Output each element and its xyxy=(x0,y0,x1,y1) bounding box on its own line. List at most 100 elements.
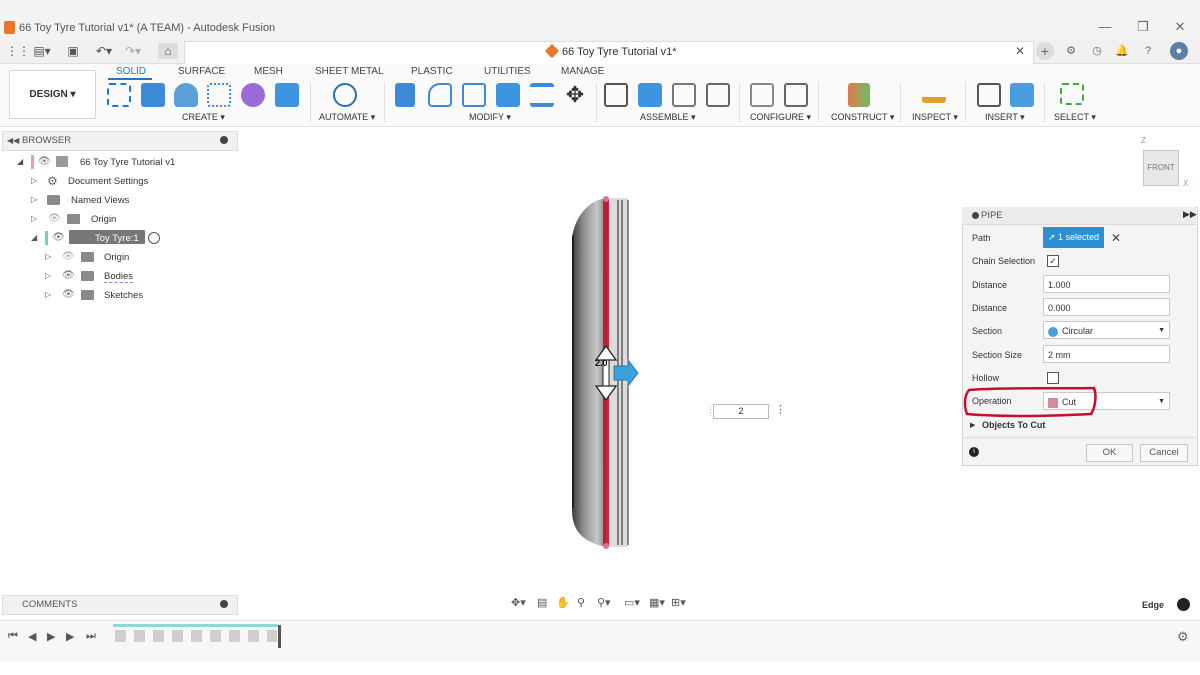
expand-objects-icon[interactable]: ▶ xyxy=(970,421,975,429)
tree-item-document-settings[interactable]: Document Settings xyxy=(68,176,148,187)
joint-icon[interactable] xyxy=(638,83,662,107)
select-menu[interactable]: SELECT ▾ xyxy=(1054,112,1096,123)
expand-dialog-icon[interactable]: ▶▶ xyxy=(1183,209,1197,220)
table-icon[interactable] xyxy=(784,83,808,107)
ok-button[interactable]: OK xyxy=(1086,444,1133,462)
collapse-browser-icon[interactable]: ◀◀ xyxy=(7,136,19,145)
create-menu[interactable]: CREATE ▾ xyxy=(182,112,225,123)
joint-origin-icon[interactable] xyxy=(706,83,730,107)
expand-icon[interactable]: ▷ xyxy=(45,271,51,280)
extensions-icon[interactable]: ⚙ xyxy=(1062,42,1080,60)
tree-item-origin-sub[interactable]: Origin xyxy=(104,252,129,263)
revolve-icon[interactable] xyxy=(174,83,198,107)
tree-item-sketches[interactable]: Sketches xyxy=(104,290,143,301)
pan-icon[interactable]: ✋ xyxy=(556,596,570,609)
grid-settings-icon[interactable]: ▦▾ xyxy=(649,596,665,609)
tab-close-icon[interactable]: ✕ xyxy=(1015,44,1025,58)
cancel-button[interactable]: Cancel xyxy=(1140,444,1188,462)
expand-root-icon[interactable]: ◢ xyxy=(17,157,23,166)
notifications-icon[interactable]: 🔔 xyxy=(1113,42,1131,60)
timeline-settings-icon[interactable]: ⚙ xyxy=(1177,629,1189,645)
home-icon[interactable]: ⌂ xyxy=(158,43,178,59)
restore-button[interactable]: ❐ xyxy=(1133,18,1153,36)
user-avatar[interactable]: ● xyxy=(1170,42,1188,60)
timeline-features[interactable] xyxy=(115,630,277,642)
zoom-icon[interactable]: ⚲ xyxy=(577,596,585,609)
tab-utilities[interactable]: UTILITIES xyxy=(484,66,531,77)
objects-to-cut-label[interactable]: Objects To Cut xyxy=(982,420,1045,430)
section-dropdown[interactable]: Circular ▼ xyxy=(1043,321,1170,339)
undo-icon[interactable]: ↶▾ xyxy=(93,43,115,59)
redo-icon[interactable]: ↷▾ xyxy=(122,43,144,59)
job-status-icon[interactable]: ◷ xyxy=(1088,42,1106,60)
tree-item-named-views[interactable]: Named Views xyxy=(71,195,129,206)
expand-icon[interactable]: ▷ xyxy=(31,214,37,223)
visibility-eye-icon[interactable]: 👁 xyxy=(62,270,75,281)
combine-icon[interactable] xyxy=(530,83,554,107)
construct-menu[interactable]: CONSTRUCT ▾ xyxy=(831,112,894,123)
assemble-menu[interactable]: ASSEMBLE ▾ xyxy=(640,112,696,123)
tab-mesh[interactable]: MESH xyxy=(254,66,283,77)
shell-icon[interactable] xyxy=(496,83,520,107)
press-pull-icon[interactable] xyxy=(395,83,415,107)
automate-menu[interactable]: AUTOMATE ▾ xyxy=(319,112,375,123)
inspect-menu[interactable]: INSPECT ▾ xyxy=(912,112,958,123)
close-window-button[interactable]: ✕ xyxy=(1170,18,1190,36)
minimize-button[interactable]: — xyxy=(1095,18,1115,36)
visibility-eye-icon[interactable]: 👁 xyxy=(52,232,65,243)
clear-selection-icon[interactable]: ✕ xyxy=(1111,231,1121,245)
collapse-component-icon[interactable]: ◢ xyxy=(31,233,37,242)
new-component-icon[interactable] xyxy=(604,83,628,107)
hollow-checkbox[interactable] xyxy=(1047,372,1059,384)
visibility-eye-icon[interactable]: 👁 xyxy=(38,156,51,167)
distance-one-input[interactable]: 1.000 xyxy=(1043,275,1170,293)
browser-pin-icon[interactable] xyxy=(220,136,228,144)
chamfer-icon[interactable] xyxy=(462,83,486,107)
step-back-icon[interactable]: ◀ xyxy=(28,630,36,643)
pattern-icon[interactable] xyxy=(207,83,231,107)
expand-icon[interactable]: ▷ xyxy=(31,176,37,185)
tab-surface[interactable]: SURFACE xyxy=(178,66,225,77)
timeline-marker[interactable] xyxy=(278,625,281,648)
insert-image-icon[interactable] xyxy=(1010,83,1034,107)
browser-root-label[interactable]: 66 Toy Tyre Tutorial v1 xyxy=(80,157,175,168)
chain-selection-checkbox[interactable]: ✓ xyxy=(1047,255,1059,267)
configure-menu[interactable]: CONFIGURE ▾ xyxy=(750,112,811,123)
dim-menu-icon[interactable]: ⋮ xyxy=(775,403,786,416)
zoom-window-icon[interactable]: ⚲▾ xyxy=(597,596,611,609)
box-icon[interactable] xyxy=(275,83,299,107)
insert-menu[interactable]: INSERT ▾ xyxy=(985,112,1025,123)
offset-plane-icon[interactable] xyxy=(848,83,870,107)
tree-item-origin[interactable]: Origin xyxy=(91,214,116,225)
viewcube-front[interactable]: FRONT xyxy=(1143,150,1179,186)
section-size-input[interactable]: 2 mm xyxy=(1043,345,1170,363)
dimension-input[interactable]: 2 xyxy=(713,404,769,419)
tree-item-toy-tyre[interactable]: Toy Tyre:1 xyxy=(95,233,139,244)
expand-icon[interactable]: ▷ xyxy=(31,195,37,204)
status-indicator-icon[interactable] xyxy=(1177,598,1190,611)
distance-two-input[interactable]: 0.000 xyxy=(1043,298,1170,316)
path-selection-button[interactable]: ➚ 1 selected xyxy=(1043,227,1104,248)
visibility-eye-icon[interactable]: 👁 xyxy=(62,289,75,300)
expand-icon[interactable]: ▷ xyxy=(45,252,51,261)
play-icon[interactable]: ▶ xyxy=(47,630,55,643)
step-forward-icon[interactable]: ▶ xyxy=(66,630,74,643)
help-icon[interactable]: ? xyxy=(1139,42,1157,60)
form-icon[interactable] xyxy=(241,83,265,107)
hidden-eye-icon[interactable]: 👁 xyxy=(48,213,61,224)
automate-icon[interactable] xyxy=(333,83,357,107)
modify-menu[interactable]: MODIFY ▾ xyxy=(469,112,511,123)
look-at-icon[interactable]: ▤ xyxy=(537,596,547,609)
tab-solid[interactable]: SOLID xyxy=(116,66,146,77)
extrude-icon[interactable] xyxy=(141,83,165,107)
tree-item-bodies[interactable]: Bodies xyxy=(104,271,134,283)
distance-manipulator[interactable] xyxy=(592,344,642,402)
expand-icon[interactable]: ▷ xyxy=(45,290,51,299)
tab-plastic[interactable]: PLASTIC xyxy=(411,66,453,77)
go-to-end-icon[interactable]: ⏭ xyxy=(86,630,96,643)
comments-toggle-icon[interactable] xyxy=(220,600,228,608)
app-grid-icon[interactable]: ⋮⋮ xyxy=(6,43,30,59)
workspace-switcher[interactable]: DESIGN ▾ xyxy=(9,70,96,119)
insert-derive-icon[interactable] xyxy=(977,83,1001,107)
hidden-eye-icon[interactable]: 👁 xyxy=(62,251,75,262)
